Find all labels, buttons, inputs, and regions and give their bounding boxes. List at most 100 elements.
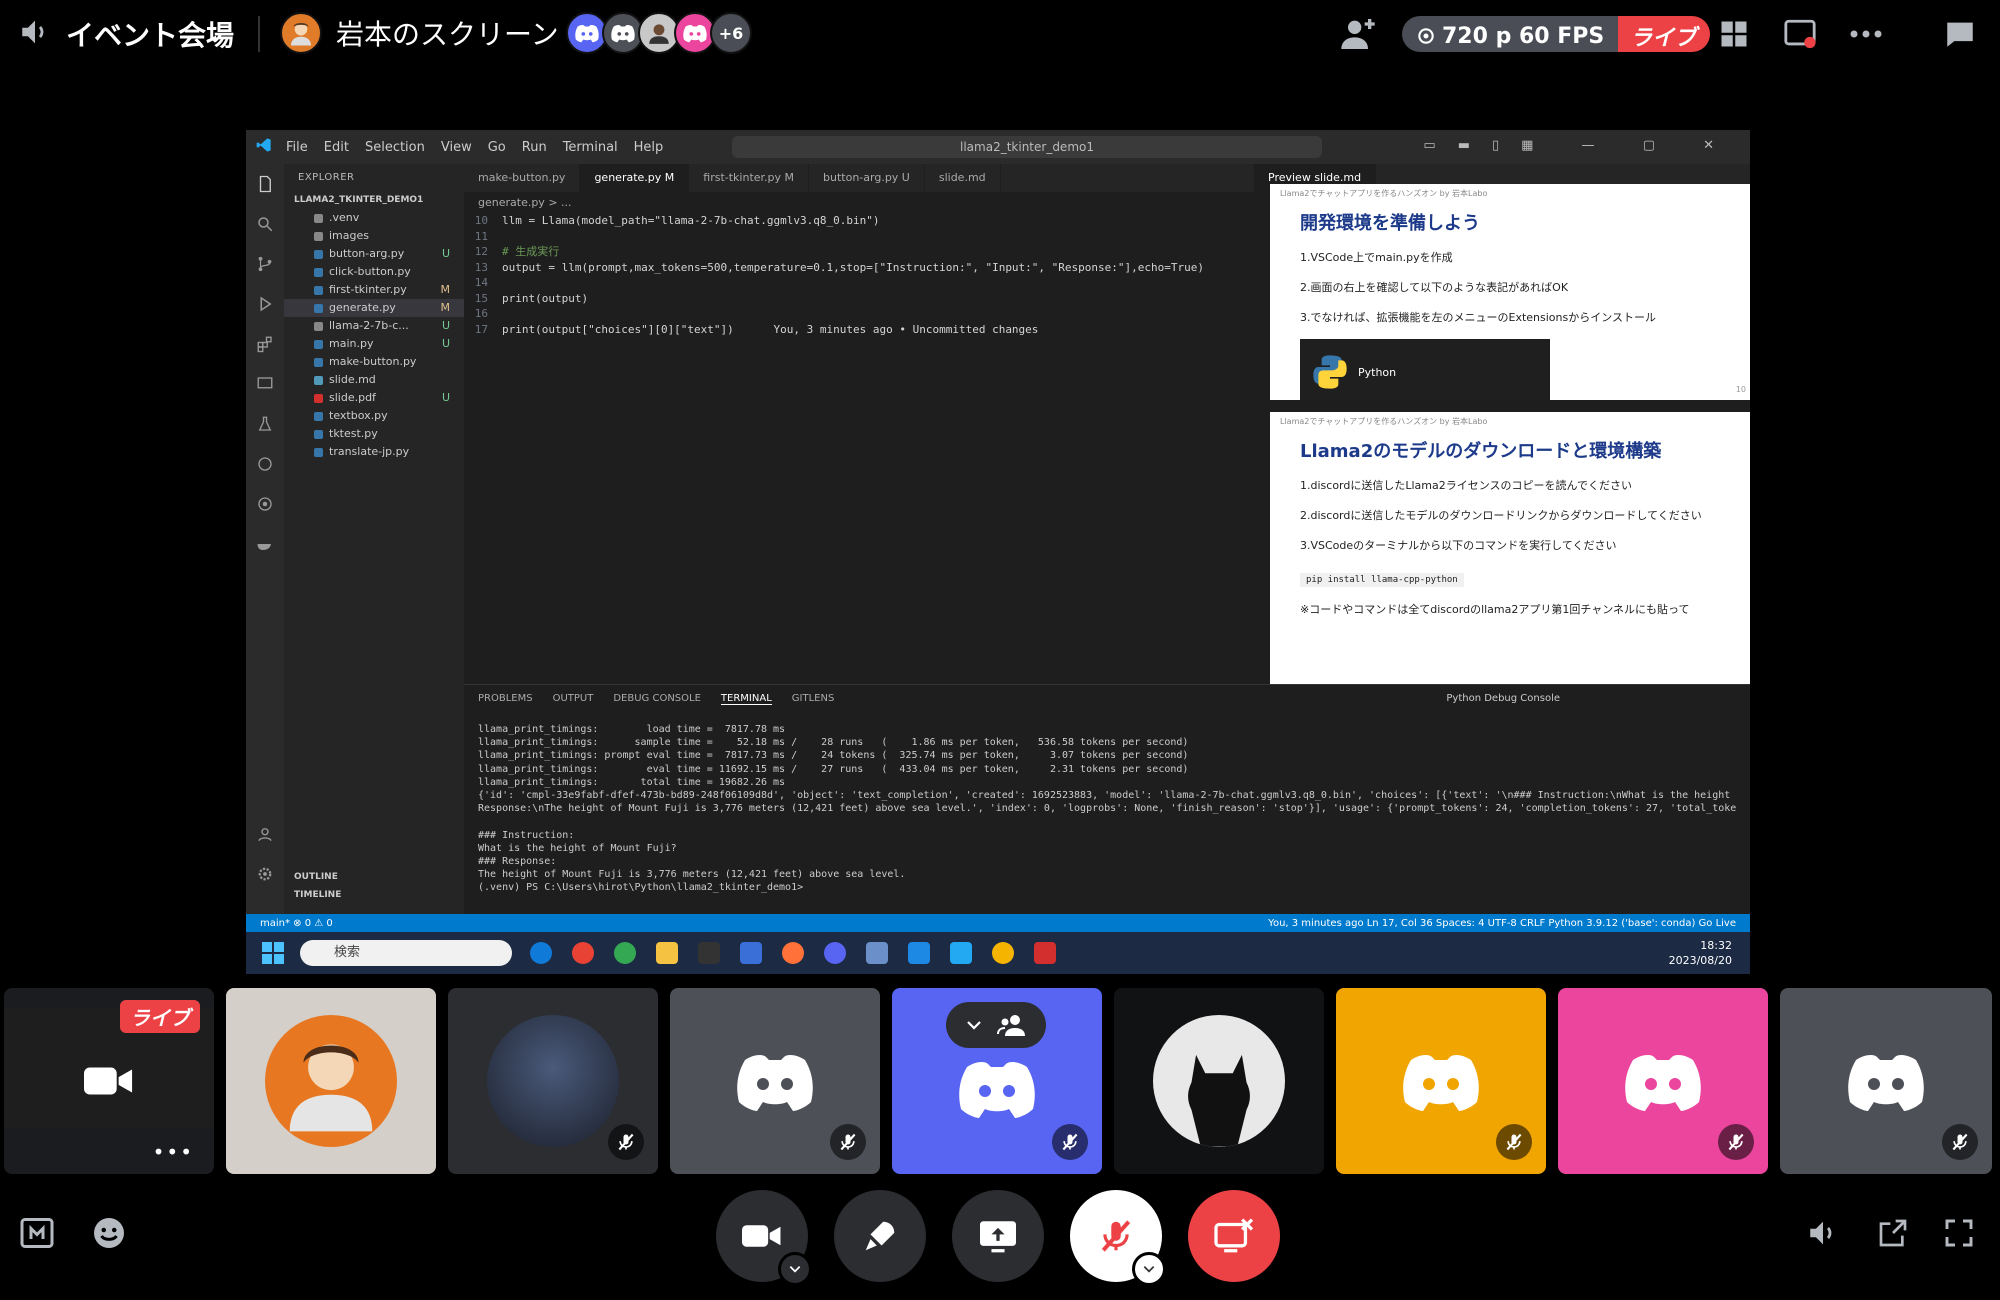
firefox-icon[interactable] bbox=[782, 942, 804, 964]
code-lines[interactable]: 10 llm = Llama(model_path="llama-2-7b-cha… bbox=[464, 213, 1254, 337]
file-item[interactable]: images bbox=[284, 227, 464, 245]
more-options-icon[interactable] bbox=[1846, 14, 1886, 54]
menu-item[interactable]: View bbox=[441, 140, 472, 155]
timeline-section[interactable]: TIMELINE bbox=[284, 886, 355, 904]
file-item[interactable]: make-button.py bbox=[284, 353, 464, 371]
code-line[interactable]: 17 print(output["choices"][0]["text"]) Yo… bbox=[464, 322, 1254, 338]
mail-icon[interactable] bbox=[866, 942, 888, 964]
code-line[interactable]: 16 bbox=[464, 306, 1254, 322]
viewer-avatars[interactable]: +6 bbox=[566, 12, 752, 54]
activities-button[interactable] bbox=[834, 1190, 926, 1282]
menu-item[interactable]: File bbox=[286, 140, 308, 155]
code-line[interactable]: 11 bbox=[464, 229, 1254, 245]
streamer-avatar[interactable] bbox=[280, 12, 322, 54]
app-icon[interactable] bbox=[740, 942, 762, 964]
file-item[interactable]: slide.md bbox=[284, 371, 464, 389]
code-line[interactable]: 10 llm = Llama(model_path="llama-2-7b-cha… bbox=[464, 213, 1254, 229]
tile-participant[interactable] bbox=[448, 988, 658, 1174]
file-item[interactable]: tktest.py bbox=[284, 425, 464, 443]
status-right[interactable]: You, 3 minutes ago Ln 17, Col 36 Spaces:… bbox=[1268, 918, 1736, 929]
tile-participant[interactable] bbox=[1558, 988, 1768, 1174]
testing-icon[interactable] bbox=[246, 404, 284, 444]
terminal-app-icon[interactable] bbox=[698, 942, 720, 964]
chrome-canary-icon[interactable] bbox=[992, 942, 1014, 964]
popout-screen-icon[interactable] bbox=[1780, 14, 1820, 54]
infinity-app-icon[interactable] bbox=[908, 942, 930, 964]
file-item[interactable]: first-tkinter.py M bbox=[284, 281, 464, 299]
tile-participant[interactable] bbox=[1780, 988, 1992, 1174]
terminal-panel[interactable]: PROBLEMS OUTPUT DEBUG CONSOLE TERMINAL GITLE… bbox=[464, 684, 1750, 914]
panel-tab[interactable]: TERMINAL bbox=[720, 693, 772, 705]
fullscreen-icon[interactable] bbox=[1936, 1210, 1982, 1256]
menu-item[interactable]: Terminal bbox=[563, 140, 618, 155]
workspace-folder[interactable]: LLAMA2_TKINTER_DEMO1 bbox=[284, 191, 464, 209]
tile-participant[interactable] bbox=[226, 988, 436, 1174]
popout-icon[interactable] bbox=[1870, 1210, 1916, 1256]
file-item[interactable]: textbox.py bbox=[284, 407, 464, 425]
panel-tab[interactable]: OUTPUT bbox=[553, 693, 594, 705]
gitlens-icon[interactable] bbox=[246, 484, 284, 524]
chrome-icon[interactable] bbox=[572, 942, 594, 964]
command-center-search[interactable]: llama2_tkinter_demo1 bbox=[732, 136, 1322, 158]
extensions-icon[interactable] bbox=[246, 324, 284, 364]
menu-item[interactable]: Help bbox=[634, 140, 664, 155]
file-explorer-icon[interactable] bbox=[656, 942, 678, 964]
vscode-taskbar-icon[interactable] bbox=[950, 942, 972, 964]
edge-icon[interactable] bbox=[530, 942, 552, 964]
add-friend-icon[interactable] bbox=[1338, 14, 1378, 54]
tile-participant[interactable] bbox=[892, 988, 1102, 1174]
file-item[interactable]: click-button.py bbox=[284, 263, 464, 281]
volume-icon[interactable] bbox=[1800, 1210, 1846, 1256]
status-left[interactable]: main* ⊗ 0 ⚠ 0 bbox=[260, 918, 333, 929]
editor-tab[interactable]: first-tkinter.py M bbox=[689, 164, 810, 192]
markdown-preview[interactable]: Preview slide.md Llama2でチャットアプリを作るハンズオン … bbox=[1254, 164, 1750, 684]
tile-participant[interactable] bbox=[1114, 988, 1324, 1174]
panel-tab[interactable]: PROBLEMS bbox=[478, 693, 533, 705]
mute-mic-button[interactable] bbox=[1070, 1190, 1166, 1286]
tile-more-icon[interactable]: ••• bbox=[153, 1140, 194, 1164]
windows-start-icon[interactable] bbox=[262, 942, 284, 968]
remote-explorer-icon[interactable] bbox=[246, 364, 284, 404]
panel-tab[interactable]: GITLENS bbox=[792, 693, 835, 705]
account-icon[interactable] bbox=[246, 814, 284, 854]
taskbar-search[interactable]: 検索 bbox=[300, 940, 512, 966]
files-icon[interactable] bbox=[246, 164, 284, 204]
editor-tab[interactable]: slide.md bbox=[925, 164, 1001, 192]
code-editor[interactable]: make-button.py generate.py Mfirst-tkinter… bbox=[464, 164, 1254, 684]
voice-channel-header[interactable]: イベント会場 bbox=[18, 14, 234, 54]
file-item[interactable]: generate.py M bbox=[284, 299, 464, 317]
menu-item[interactable]: Selection bbox=[365, 140, 425, 155]
outline-section[interactable]: OUTLINE bbox=[284, 868, 352, 886]
search-icon[interactable] bbox=[246, 204, 284, 244]
source-control-icon[interactable] bbox=[246, 244, 284, 284]
chat-icon[interactable] bbox=[1940, 14, 1980, 54]
chevron-down-icon[interactable] bbox=[1132, 1252, 1166, 1286]
run-debug-icon[interactable] bbox=[246, 284, 284, 324]
file-item[interactable]: llama-2-7b-c... U bbox=[284, 317, 464, 335]
settings-gear-icon[interactable] bbox=[246, 854, 284, 894]
camera-button[interactable] bbox=[716, 1190, 812, 1286]
participant-menu[interactable] bbox=[946, 1002, 1046, 1048]
code-line[interactable]: 15 print(output) bbox=[464, 291, 1254, 307]
file-item[interactable]: button-arg.py U bbox=[284, 245, 464, 263]
panel-tab[interactable]: DEBUG CONSOLE bbox=[613, 693, 701, 705]
tile-stream-preview[interactable]: ライブ ••• bbox=[4, 988, 214, 1174]
stream-quality-badge[interactable]: 720 p 60 FPS ライブ bbox=[1402, 16, 1711, 52]
discord-app-icon[interactable] bbox=[824, 942, 846, 964]
code-line[interactable]: 14 bbox=[464, 275, 1254, 291]
chrome-profile-icon[interactable] bbox=[614, 942, 636, 964]
timeline-icon[interactable] bbox=[246, 444, 284, 484]
file-item[interactable]: .venv bbox=[284, 209, 464, 227]
tile-participant[interactable] bbox=[670, 988, 880, 1174]
editor-tab[interactable]: make-button.py bbox=[464, 164, 581, 192]
code-line[interactable]: 12 # 生成実行 bbox=[464, 244, 1254, 260]
stop-stream-button[interactable] bbox=[1188, 1190, 1280, 1282]
chevron-down-icon[interactable] bbox=[778, 1252, 812, 1286]
screen-share-button[interactable] bbox=[952, 1190, 1044, 1282]
grid-layout-icon[interactable] bbox=[1714, 14, 1754, 54]
more-viewers-count[interactable]: +6 bbox=[710, 12, 752, 54]
docker-icon[interactable] bbox=[246, 524, 284, 564]
terminal-output[interactable]: llama_print_timings: load time = 7817.78… bbox=[464, 713, 1750, 894]
editor-tab[interactable]: generate.py M bbox=[580, 164, 690, 192]
terminal-name[interactable]: Python Debug Console bbox=[1446, 693, 1560, 704]
